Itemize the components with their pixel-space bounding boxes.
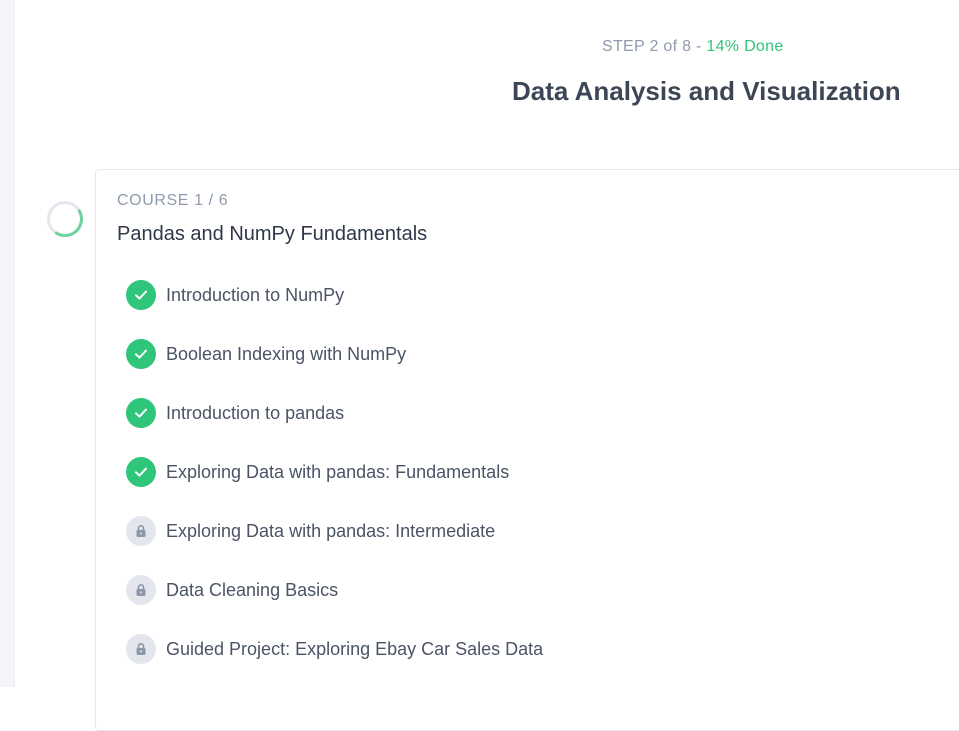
lesson-label[interactable]: Guided Project: Exploring Ebay Car Sales… [166,639,543,660]
check-icon [135,349,147,359]
lock-icon [136,643,146,655]
lesson-label[interactable]: Boolean Indexing with NumPy [166,344,406,365]
lock-icon [136,584,146,596]
lesson-label[interactable]: Introduction to pandas [166,403,344,424]
lesson-item[interactable]: Exploring Data with pandas: Fundamentals [126,456,509,488]
course-title[interactable]: Pandas and NumPy Fundamentals [117,223,427,246]
left-sidebar-strip [0,0,15,687]
lesson-status-badge [126,516,156,546]
check-icon [135,290,147,300]
course-card: COURSE 1 / 6 Pandas and NumPy Fundamenta… [95,169,959,731]
lesson-item[interactable]: Introduction to NumPy [126,279,344,311]
lesson-status-badge [126,457,156,487]
lesson-label[interactable]: Exploring Data with pandas: Fundamentals [166,462,509,483]
lesson-status-badge [126,280,156,310]
lesson-status-badge [126,634,156,664]
lesson-status-badge [126,398,156,428]
check-icon [135,467,147,477]
lesson-item[interactable]: Boolean Indexing with NumPy [126,338,406,370]
lock-icon [136,525,146,537]
step-counter: STEP 2 of 8 - [602,38,707,55]
page-title: Data Analysis and Visualization [512,76,901,106]
progress-ring-fill [47,201,83,237]
lesson-label[interactable]: Exploring Data with pandas: Intermediate [166,521,495,542]
lesson-label[interactable]: Introduction to NumPy [166,285,344,306]
lesson-status-badge [126,575,156,605]
check-icon [135,408,147,418]
course-progress-ring [47,201,83,237]
step-done-percent: 14% Done [706,38,784,55]
lesson-item[interactable]: Data Cleaning Basics [126,574,338,606]
step-progress-line: STEP 2 of 8 - 14% Done [602,38,784,56]
lesson-status-badge [126,339,156,369]
lesson-item[interactable]: Exploring Data with pandas: Intermediate [126,515,495,547]
course-counter: COURSE 1 / 6 [117,192,229,209]
lesson-label[interactable]: Data Cleaning Basics [166,580,338,601]
lesson-item[interactable]: Introduction to pandas [126,397,344,429]
lesson-item[interactable]: Guided Project: Exploring Ebay Car Sales… [126,633,543,665]
